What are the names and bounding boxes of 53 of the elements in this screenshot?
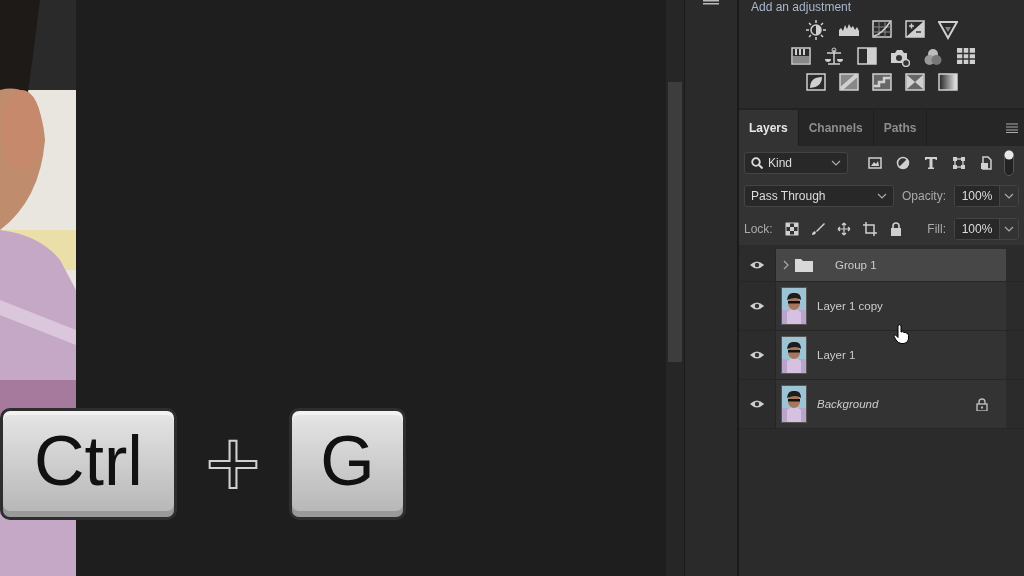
brush-icon[interactable] bbox=[810, 221, 825, 236]
type-icon[interactable] bbox=[924, 155, 938, 170]
curves-icon[interactable] bbox=[871, 20, 892, 40]
crop-icon[interactable] bbox=[862, 221, 877, 236]
eye-icon[interactable] bbox=[749, 301, 765, 311]
bowtie-square-icon[interactable] bbox=[904, 73, 925, 93]
keyboard-key: Ctrl bbox=[0, 408, 177, 520]
scales-icon[interactable] bbox=[824, 47, 844, 67]
opacity-label: Opacity: bbox=[902, 188, 946, 203]
fill-label: Fill: bbox=[927, 221, 946, 236]
keyboard-key: G bbox=[289, 408, 407, 520]
toggle-switch-icon[interactable] bbox=[1004, 149, 1014, 176]
checkerboard-icon[interactable] bbox=[784, 221, 799, 236]
move-icon[interactable] bbox=[836, 221, 851, 236]
adjustments-title: Add an adjustment bbox=[751, 0, 852, 14]
layer-item[interactable]: Background bbox=[776, 380, 1006, 428]
smart-object-icon[interactable] bbox=[980, 155, 994, 170]
diagonal-square-icon[interactable] bbox=[838, 73, 859, 93]
eye-icon[interactable] bbox=[749, 399, 765, 409]
padlock-icon[interactable] bbox=[888, 221, 903, 236]
folder-icon bbox=[795, 258, 813, 272]
search-icon bbox=[751, 156, 763, 169]
layer-item[interactable]: Layer 1 copy bbox=[776, 282, 1006, 330]
color-circles-icon[interactable] bbox=[923, 47, 943, 67]
eye-icon[interactable] bbox=[749, 260, 765, 270]
filter-dropdown[interactable]: Kind bbox=[744, 151, 848, 174]
panel-tab[interactable]: Layers bbox=[739, 110, 799, 146]
menu-icon[interactable] bbox=[703, 0, 720, 6]
gradient-square-icon[interactable] bbox=[937, 73, 958, 93]
transform-icon[interactable] bbox=[952, 155, 966, 170]
chevron-icon[interactable] bbox=[783, 260, 789, 270]
lock-label: Lock: bbox=[744, 221, 773, 236]
layer-item[interactable]: Layer 1 bbox=[776, 331, 1006, 379]
camera-icon[interactable] bbox=[890, 47, 910, 67]
blend-mode-dropdown[interactable]: Pass Through bbox=[744, 184, 894, 207]
scrollbar-thumb[interactable] bbox=[668, 82, 683, 362]
caret-icon bbox=[831, 159, 841, 166]
zigzag-square-icon[interactable] bbox=[871, 73, 892, 93]
half-circle-icon[interactable] bbox=[896, 155, 910, 170]
panel-menu-icon[interactable] bbox=[1006, 123, 1018, 133]
gradient-bars-icon[interactable] bbox=[791, 47, 811, 67]
grid-icon[interactable] bbox=[956, 47, 976, 67]
half-square-icon[interactable] bbox=[857, 47, 877, 67]
leaf-square-icon[interactable] bbox=[805, 73, 826, 93]
caret-icon bbox=[877, 192, 887, 199]
plus-sign: + bbox=[205, 416, 262, 512]
brightness-icon[interactable] bbox=[805, 20, 826, 40]
hand-cursor-icon bbox=[893, 324, 909, 344]
plus-minus-square-icon[interactable] bbox=[904, 20, 925, 40]
triangle-icon[interactable] bbox=[937, 20, 958, 40]
image-icon[interactable] bbox=[868, 155, 882, 170]
layer-item[interactable]: Group 1 bbox=[776, 249, 1006, 281]
eye-icon[interactable] bbox=[749, 350, 765, 360]
